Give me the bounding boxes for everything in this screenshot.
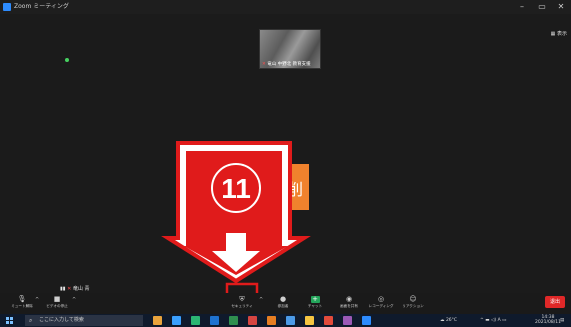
- chat-button[interactable]: + チャット: [300, 293, 330, 314]
- meeting-toolbar: 🎙 ミュート解除 ^ ■ ビデオの停止 ^ ⛨ セキュリティ ^ ● 参加者 +…: [0, 293, 571, 314]
- shield-icon: ⛨: [239, 295, 245, 303]
- mic-muted-small-icon: ✕: [67, 286, 72, 292]
- minimize-button[interactable]: –: [514, 1, 530, 13]
- taskbar-app-icon[interactable]: [362, 316, 371, 325]
- participants-icon: ●: [279, 295, 287, 303]
- share-screen-icon: ◉: [345, 295, 353, 303]
- reaction-label: リアクション: [402, 304, 424, 308]
- leave-button[interactable]: 退出: [545, 296, 565, 308]
- stop-video-button[interactable]: ■ ビデオの停止: [42, 293, 72, 314]
- network-icon: ▬: [485, 318, 490, 323]
- ime-indicator: A: [497, 318, 501, 323]
- security-label: セキュリティ: [231, 304, 253, 308]
- active-indicator: [65, 58, 69, 62]
- clock[interactable]: 14:38 2021/08/11: [535, 315, 561, 325]
- taskbar-search-box[interactable]: ⌕ ここに入力して検索: [25, 315, 143, 326]
- window-title: Zoom ミーティング: [14, 3, 69, 10]
- weather-icon: ☁: [440, 318, 445, 323]
- share-screen-label: 画面を共有: [340, 304, 358, 308]
- system-tray-icons[interactable]: ^ ▬ ◁) A ▭: [480, 317, 506, 324]
- view-label: 表示: [556, 31, 567, 37]
- record-button[interactable]: ◎ レコーディング: [366, 293, 396, 314]
- signal-icon: ▮▮: [60, 286, 66, 292]
- meeting-stage: ▦ 表示 ✕ 竜山 中野北 教育支援 削: [0, 14, 571, 293]
- mic-muted-icon: ✕: [262, 62, 266, 67]
- taskbar-app-icon[interactable]: [267, 316, 276, 325]
- shared-content-block: 削: [281, 164, 309, 210]
- taskbar-app-icon[interactable]: [191, 316, 200, 325]
- participants-label: 参加者: [277, 304, 289, 308]
- close-button[interactable]: ✕: [553, 1, 569, 13]
- taskbar-app-icon[interactable]: [153, 316, 162, 325]
- security-button[interactable]: ⛨ セキュリティ: [229, 293, 255, 314]
- taskbar-app-icon[interactable]: [286, 316, 295, 325]
- reaction-icon: ☺: [409, 295, 417, 303]
- volume-icon: ◁): [490, 318, 497, 323]
- taskbar-app-icon[interactable]: [229, 316, 238, 325]
- zoom-app-icon: [3, 3, 11, 11]
- shared-content-text: 削: [287, 180, 304, 199]
- share-screen-button[interactable]: ◉ 画面を共有: [334, 293, 364, 314]
- taskbar-app-icon[interactable]: [324, 316, 333, 325]
- microphone-muted-icon: 🎙: [17, 295, 27, 303]
- taskbar-app-icon[interactable]: [248, 316, 257, 325]
- video-options-caret[interactable]: ^: [72, 297, 76, 303]
- display-icon: ▭: [502, 318, 507, 323]
- audio-options-caret[interactable]: ^: [35, 297, 39, 303]
- participants-button[interactable]: ● 参加者: [270, 293, 296, 314]
- self-name-label: ▮▮ ✕ 竜山 青: [60, 285, 90, 292]
- taskbar-app-icon[interactable]: [172, 316, 181, 325]
- maximize-button[interactable]: ▭: [534, 1, 550, 13]
- tray-chevron-icon: ^: [480, 318, 484, 323]
- chat-icon: +: [310, 295, 320, 303]
- windows-start-icon[interactable]: [6, 317, 13, 324]
- clock-date: 2021/08/11: [535, 320, 561, 325]
- security-options-caret[interactable]: ^: [259, 297, 263, 303]
- search-placeholder: ここに入力して検索: [39, 317, 84, 323]
- taskbar-app-icon[interactable]: [343, 316, 352, 325]
- weather-indicator[interactable]: ☁ 26°C: [440, 317, 457, 324]
- record-label: レコーディング: [368, 304, 394, 308]
- chat-label: チャット: [307, 304, 323, 308]
- grid-icon: ▦: [550, 31, 556, 37]
- notification-icon[interactable]: ▤: [560, 317, 564, 324]
- reaction-button[interactable]: ☺ リアクション: [398, 293, 428, 314]
- window-titlebar: Zoom ミーティング – ▭ ✕: [0, 0, 571, 14]
- record-icon: ◎: [377, 295, 385, 303]
- participant-name: ✕ 竜山 中野北 教育支援: [262, 61, 311, 67]
- camera-icon: ■: [53, 295, 61, 303]
- participant-thumbnail[interactable]: ✕ 竜山 中野北 教育支援: [259, 29, 321, 69]
- taskbar-app-icon[interactable]: [305, 316, 314, 325]
- search-icon: ⌕: [29, 317, 33, 324]
- unmute-label: ミュート解除: [11, 304, 33, 308]
- self-name-text: 竜山 青: [72, 286, 90, 292]
- weather-text: 26°C: [445, 318, 458, 323]
- view-toggle[interactable]: ▦ 表示: [551, 30, 567, 37]
- windows-taskbar: ⌕ ここに入力して検索 ☁ 26°C ^ ▬ ◁) A ▭ 14:38 2021…: [0, 314, 571, 327]
- participant-name-text: 竜山 中野北 教育支援: [267, 62, 311, 67]
- unmute-button[interactable]: 🎙 ミュート解除: [8, 293, 36, 314]
- stop-video-label: ビデオの停止: [46, 304, 68, 308]
- taskbar-app-icon[interactable]: [210, 316, 219, 325]
